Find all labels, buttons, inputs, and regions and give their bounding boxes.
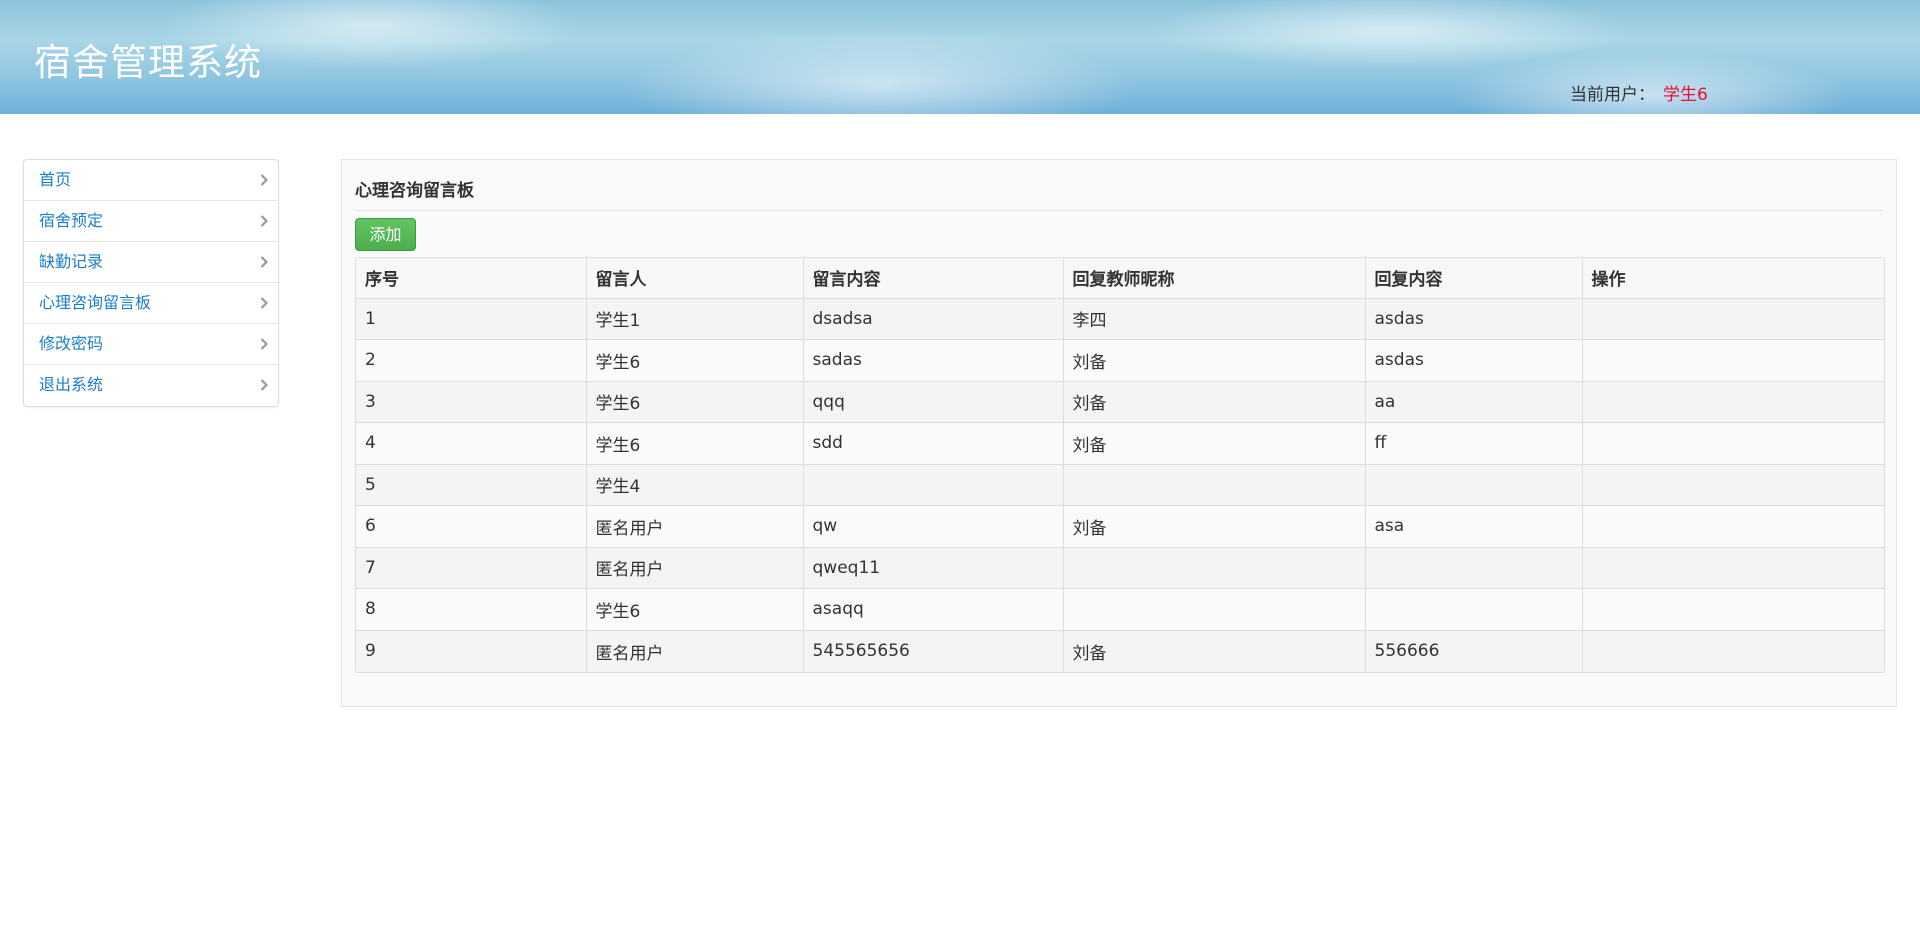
table-cell: 556666 — [1365, 630, 1583, 672]
table-cell: sdd — [803, 422, 1064, 465]
table-cell: dsadsa — [803, 298, 1064, 340]
table-cell: 4 — [356, 422, 587, 465]
sidebar-item-label: 修改密码 — [39, 334, 104, 353]
current-user-name: 学生6 — [1663, 85, 1708, 105]
table-cell: 7 — [356, 547, 587, 589]
table-cell-actions — [1582, 381, 1884, 423]
table-row: 3 学生6 qqq 刘备 aa — [356, 381, 1884, 423]
page-title: 心理咨询留言板 — [355, 176, 1883, 211]
app-title: 宿舍管理系统 — [34, 41, 262, 84]
table-cell: 学生6 — [586, 339, 804, 382]
table-cell — [1365, 547, 1583, 589]
sidebar-item-label: 心理咨询留言板 — [39, 293, 152, 312]
header-cloud-decoration — [620, 30, 1140, 114]
table-cell-actions — [1582, 588, 1884, 631]
table-row: 1 学生1 dsadsa 李四 asdas — [356, 298, 1884, 340]
sidebar-item-counseling-board[interactable]: 心理咨询留言板 — [24, 283, 278, 324]
table-cell: 学生6 — [586, 422, 804, 465]
column-header: 留言人 — [586, 258, 804, 299]
sidebar-item-label: 首页 — [39, 170, 72, 189]
chevron-right-icon — [260, 338, 268, 350]
table-cell — [1365, 588, 1583, 631]
table-cell: asa — [1365, 505, 1583, 548]
sidebar-item-absence-records[interactable]: 缺勤记录 — [24, 242, 278, 283]
table-cell — [1365, 464, 1583, 506]
table-row: 5 学生4 — [356, 464, 1884, 506]
message-table: 序号 留言人 留言内容 回复教师昵称 回复内容 操作 1 学生1 dsadsa … — [355, 257, 1885, 673]
table-cell-actions — [1582, 505, 1884, 548]
table-cell: 学生4 — [586, 464, 804, 506]
sidebar-item-home[interactable]: 首页 — [24, 160, 278, 201]
table-cell: sadas — [803, 339, 1064, 382]
table-cell — [1063, 464, 1366, 506]
column-header: 留言内容 — [803, 258, 1064, 299]
table-cell: 匿名用户 — [586, 547, 804, 589]
current-user: 当前用户： 学生6 — [1570, 80, 1708, 105]
sidebar-item-label: 退出系统 — [39, 375, 104, 394]
table-cell — [803, 464, 1064, 506]
table-cell: 学生6 — [586, 588, 804, 631]
table-cell: 刘备 — [1063, 505, 1366, 548]
sidebar-item-logout[interactable]: 退出系统 — [24, 365, 278, 406]
table-header-row: 序号 留言人 留言内容 回复教师昵称 回复内容 操作 — [356, 258, 1884, 299]
table-cell-actions — [1582, 298, 1884, 340]
table-cell-actions — [1582, 630, 1884, 672]
app-header: 宿舍管理系统 当前用户： 学生6 — [0, 0, 1920, 114]
table-row: 8 学生6 asaqq — [356, 588, 1884, 631]
column-header: 操作 — [1582, 258, 1884, 299]
table-cell: 匿名用户 — [586, 505, 804, 548]
table-cell: qqq — [803, 381, 1064, 423]
column-header: 回复内容 — [1365, 258, 1583, 299]
table-row: 7 匿名用户 qweq11 — [356, 547, 1884, 589]
table-cell: qw — [803, 505, 1064, 548]
table-cell: asaqq — [803, 588, 1064, 631]
table-cell: 刘备 — [1063, 381, 1366, 423]
table-cell: 李四 — [1063, 298, 1366, 340]
sidebar-item-label: 宿舍预定 — [39, 211, 104, 230]
table-cell: 刘备 — [1063, 422, 1366, 465]
table-cell: 545565656 — [803, 630, 1064, 672]
sidebar-item-change-password[interactable]: 修改密码 — [24, 324, 278, 365]
add-button[interactable]: 添加 — [355, 218, 416, 251]
table-cell-actions — [1582, 547, 1884, 589]
table-row: 2 学生6 sadas 刘备 asdas — [356, 339, 1884, 382]
table-cell: 2 — [356, 339, 587, 382]
sidebar-item-dorm-booking[interactable]: 宿舍预定 — [24, 201, 278, 242]
chevron-right-icon — [260, 256, 268, 268]
table-cell: aa — [1365, 381, 1583, 423]
table-cell: 8 — [356, 588, 587, 631]
table-cell: 匿名用户 — [586, 630, 804, 672]
table-cell: 3 — [356, 381, 587, 423]
sidebar-nav: 首页 宿舍预定 缺勤记录 心理咨询留言板 修改密码 退出系统 — [23, 159, 279, 407]
chevron-right-icon — [260, 297, 268, 309]
table-cell: 9 — [356, 630, 587, 672]
table-row: 9 匿名用户 545565656 刘备 556666 — [356, 630, 1884, 672]
table-cell: 学生1 — [586, 298, 804, 340]
sidebar-item-label: 缺勤记录 — [39, 252, 104, 271]
table-row: 6 匿名用户 qw 刘备 asa — [356, 505, 1884, 548]
chevron-right-icon — [260, 174, 268, 186]
table-cell-actions — [1582, 464, 1884, 506]
column-header: 回复教师昵称 — [1063, 258, 1366, 299]
current-user-label: 当前用户： — [1570, 85, 1655, 105]
main-panel: 心理咨询留言板 添加 序号 留言人 留言内容 回复教师昵称 回复内容 操作 1 — [341, 159, 1897, 707]
table-cell-actions — [1582, 422, 1884, 465]
table-cell: 学生6 — [586, 381, 804, 423]
chevron-right-icon — [260, 215, 268, 227]
table-cell: 刘备 — [1063, 339, 1366, 382]
table-cell: 1 — [356, 298, 587, 340]
table-cell: ff — [1365, 422, 1583, 465]
table-row: 4 学生6 sdd 刘备 ff — [356, 422, 1884, 465]
table-cell — [1063, 547, 1366, 589]
table-cell: asdas — [1365, 339, 1583, 382]
column-header: 序号 — [356, 258, 587, 299]
table-cell: 5 — [356, 464, 587, 506]
table-cell-actions — [1582, 339, 1884, 382]
table-cell: 6 — [356, 505, 587, 548]
table-cell — [1063, 588, 1366, 631]
chevron-right-icon — [260, 379, 268, 391]
table-cell: 刘备 — [1063, 630, 1366, 672]
table-cell: qweq11 — [803, 547, 1064, 589]
table-cell: asdas — [1365, 298, 1583, 340]
